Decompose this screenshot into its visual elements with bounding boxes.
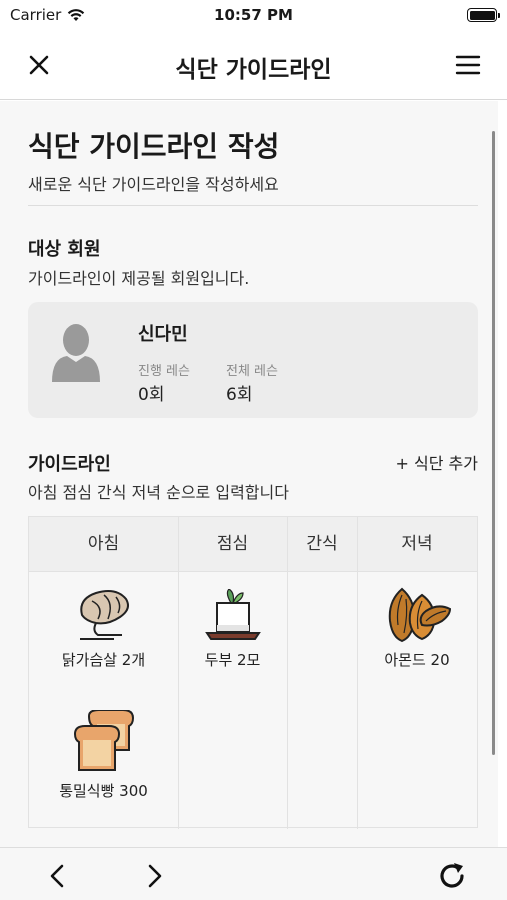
navigation-bar: 식단 가이드라인	[0, 30, 507, 100]
hamburger-menu-icon[interactable]	[455, 54, 481, 76]
nav-title: 식단 가이드라인	[175, 57, 332, 83]
food-label: 닭가슴살 2개	[61, 651, 146, 669]
page-subtitle: 새로운 식단 가이드라인을 작성하세요	[28, 175, 279, 194]
bottom-toolbar	[0, 847, 507, 900]
progress-lesson-value: 0회	[138, 385, 165, 405]
food-item-bread[interactable]: 통밀식빵 300	[29, 709, 178, 801]
member-section-description: 가이드라인이 제공될 회원입니다.	[28, 269, 250, 288]
food-item-almond[interactable]: 아몬드 20	[357, 585, 477, 670]
main-content[interactable]: 식단 가이드라인 작성 새로운 식단 가이드라인을 작성하세요 대상 회원 가이…	[0, 101, 498, 847]
total-lesson-value: 6회	[226, 385, 253, 405]
tofu-icon	[204, 588, 261, 640]
food-label: 두부 2모	[204, 651, 261, 669]
food-item-tofu[interactable]: 두부 2모	[178, 588, 287, 670]
chevron-right-icon[interactable]	[140, 862, 168, 890]
add-meal-button[interactable]: + 식단 추가	[396, 450, 478, 474]
guideline-section-description: 아침 점심 간식 저녁 순으로 입력합니다	[28, 483, 289, 502]
scroll-indicator[interactable]	[492, 131, 495, 755]
refresh-icon[interactable]	[436, 860, 468, 892]
bread-icon	[73, 709, 134, 771]
page-title: 식단 가이드라인 작성	[28, 130, 280, 163]
total-lesson-label: 전체 레슨	[226, 364, 278, 379]
member-section-title: 대상 회원	[28, 239, 101, 260]
divider	[28, 205, 478, 206]
column-header-snack: 간식	[306, 534, 338, 554]
food-label: 통밀식빵 300	[59, 782, 148, 800]
avatar-placeholder-icon	[52, 324, 100, 382]
food-label: 아몬드 20	[384, 651, 450, 669]
column-header-lunch: 점심	[216, 534, 249, 554]
status-time: 10:57 PM	[214, 6, 293, 24]
guideline-section-title: 가이드라인	[28, 454, 111, 475]
almond-icon	[388, 587, 452, 643]
member-name: 신다민	[138, 324, 188, 345]
status-bar: Carrier 10:57 PM	[0, 0, 507, 30]
food-item-chicken[interactable]: 닭가슴살 2개	[29, 585, 178, 670]
column-header-breakfast: 아침	[87, 534, 120, 554]
progress-lesson-label: 진행 레슨	[138, 364, 190, 379]
chicken-breast-icon	[79, 590, 129, 640]
meal-table: 아침 점심 간식 저녁 닭가슴살 2개 통밀식빵 300 두부 2모 아몬드 2…	[28, 516, 478, 829]
column-header-dinner: 저녁	[401, 534, 433, 554]
member-card[interactable]: 신다민 진행 레슨 0회 전체 레슨 6회	[28, 302, 478, 418]
battery-icon	[467, 8, 500, 22]
chevron-left-icon[interactable]	[44, 862, 72, 890]
